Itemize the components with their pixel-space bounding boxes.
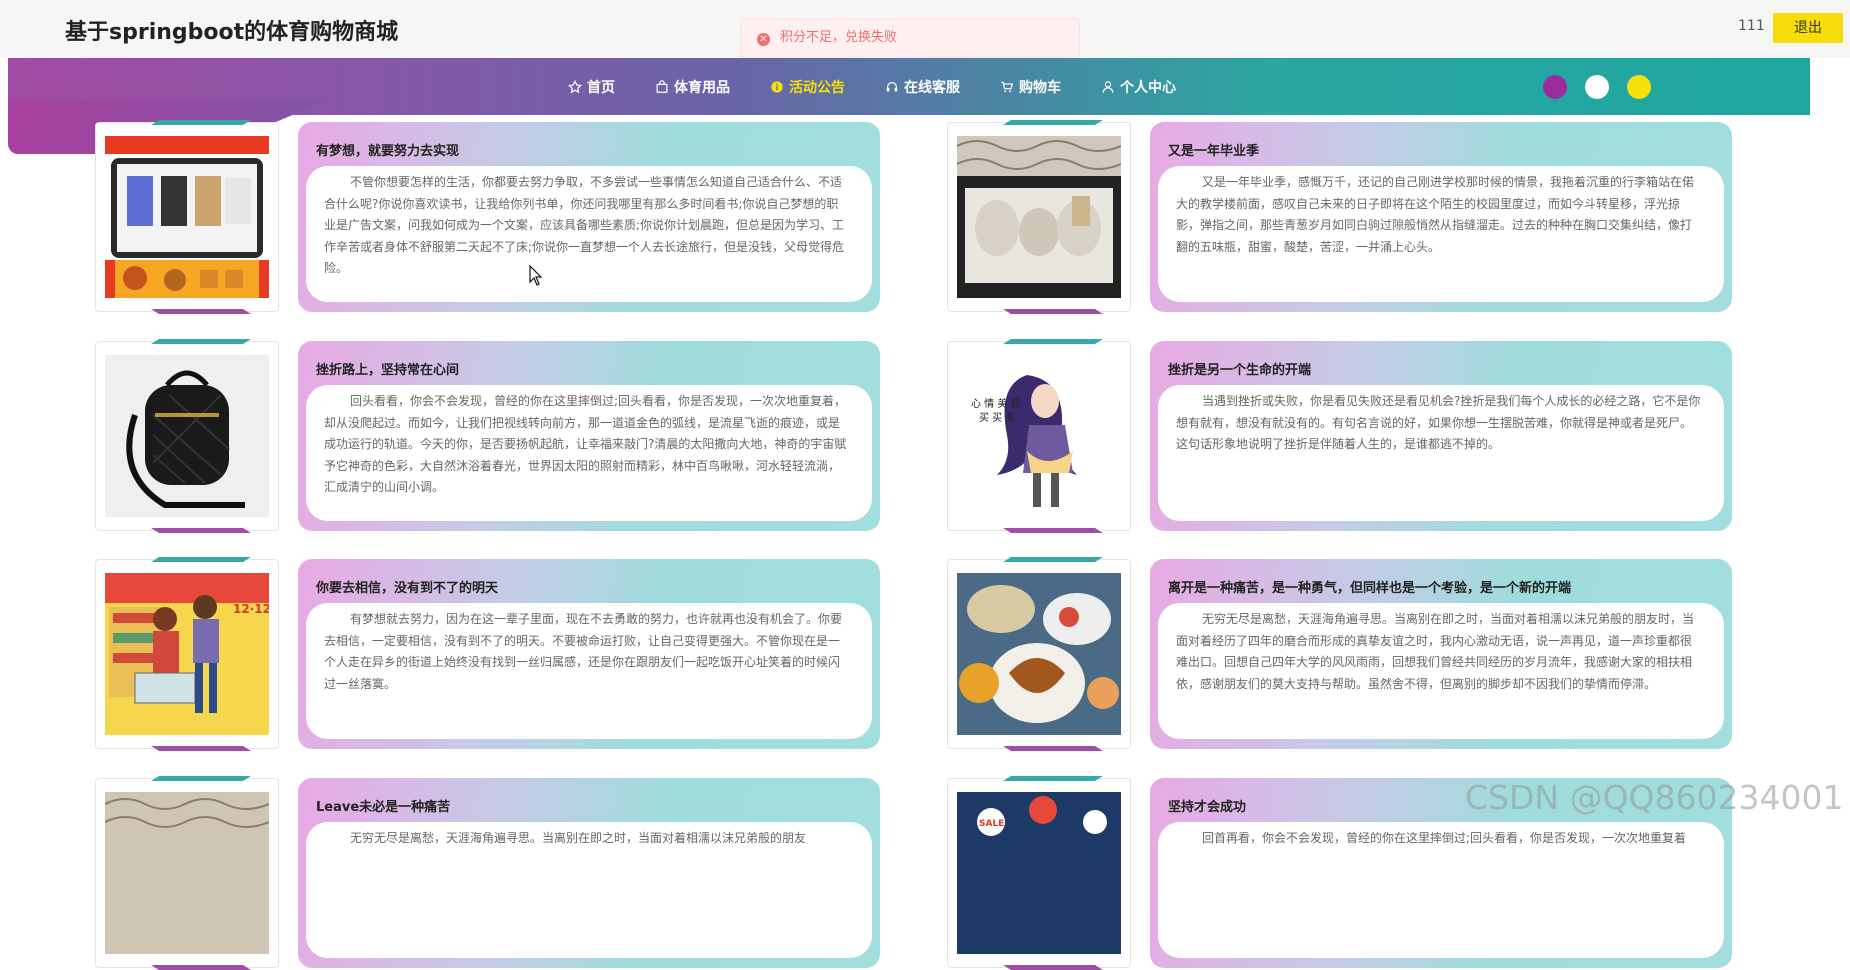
backpack-image[interactable] xyxy=(105,355,269,517)
announcement-panel: 离开是一种痛苦，是一种勇气，但同样也是一个考验，是一个新的开端 无穷无尽是离愁，… xyxy=(1150,559,1732,749)
announcement-title[interactable]: 挫折是另一个生命的开端 xyxy=(1168,359,1311,378)
nav-menu: 首页 体育用品 活动公告 在线客服 购物车 个人中心 xyxy=(568,58,1216,115)
announcement-card[interactable]: 又是一年毕业季 又是一年毕业季，感慨万千，还记的自己刚进学校那时候的情景，我拖着… xyxy=(947,120,1787,314)
theme-dot-purple[interactable] xyxy=(1543,75,1567,99)
announcement-title[interactable]: Leave未必是一种痛苦 xyxy=(316,796,450,815)
nav-item-announcements[interactable]: 活动公告 xyxy=(770,77,845,97)
bag-icon xyxy=(656,79,668,93)
theme-dot-white[interactable] xyxy=(1585,75,1609,99)
nav-item-label: 购物车 xyxy=(1019,79,1061,96)
pattern-box-image[interactable] xyxy=(105,792,269,954)
svg-text:SALE: SALE xyxy=(979,819,1004,829)
nav-item-home[interactable]: 首页 xyxy=(568,77,615,97)
site-title: 基于springboot的体育购物商城 xyxy=(65,20,399,45)
announcement-panel: Leave未必是一种痛苦 无穷无尽是离愁，天涯海角遍寻思。当离别在即之时，当面对… xyxy=(298,778,880,968)
announcement-card[interactable]: 离开是一种痛苦，是一种勇气，但同样也是一个考验，是一个新的开端 无穷无尽是离愁，… xyxy=(947,557,1787,751)
nav-item-label: 活动公告 xyxy=(789,79,845,96)
announcement-body: 又是一年毕业季，感慨万千，还记的自己刚进学校那时候的情景，我拖着沉重的行李箱站在… xyxy=(1158,166,1724,302)
announcement-body: 不管你想要怎样的生活，你都要去努力争取，不多尝试一些事情怎么知道自己适合什么、不… xyxy=(306,166,872,302)
nav-item-profile[interactable]: 个人中心 xyxy=(1101,77,1176,97)
announcement-card[interactable]: Leave未必是一种痛苦 无穷无尽是离愁，天涯海角遍寻思。当离别在即之时，当面对… xyxy=(95,776,935,970)
nav-item-customer-service[interactable]: 在线客服 xyxy=(885,77,960,97)
announcement-body: 当遇到挫折或失败，你是看见失败还是看见机会?挫折是我们每个人成长的必经之路，它不… xyxy=(1158,385,1724,521)
announcement-panel: 有梦想，就要努力去实现 不管你想要怎样的生活，你都要去努力争取，不多尝试一些事情… xyxy=(298,122,880,312)
user-name: 111 xyxy=(1738,18,1765,34)
toast-message: 积分不足，兑换失败 xyxy=(780,30,898,45)
theme-switcher xyxy=(1543,75,1669,99)
star-icon xyxy=(568,79,582,93)
thumbnail-frame xyxy=(947,120,1131,314)
close-circle-icon: ✕ xyxy=(757,33,770,46)
announcement-title[interactable]: 有梦想，就要努力去实现 xyxy=(316,140,459,159)
announcement-body: 回首再看，你会不会发现，曾经的你在这里摔倒过;回头看看，你是否发现，一次次地重复… xyxy=(1158,822,1724,958)
cartoon-girl-image[interactable]: 心 情 美 丽买 买 买 xyxy=(957,355,1121,517)
shopping-couple-image[interactable]: 12·12 xyxy=(105,573,269,735)
announcement-body: 无穷无尽是离愁，天涯海角遍寻思。当离别在即之时，当面对着相濡以沫兄弟般的朋友时，… xyxy=(1158,603,1724,739)
thumbnail-frame: 心 情 美 丽买 买 买 xyxy=(947,339,1131,533)
nav-item-label: 个人中心 xyxy=(1120,79,1176,96)
theme-dot-yellow[interactable] xyxy=(1627,75,1651,99)
thumbnail-frame: SALE xyxy=(947,776,1131,970)
announcement-title[interactable]: 又是一年毕业季 xyxy=(1168,140,1259,159)
thumbnail-frame xyxy=(95,339,279,533)
announcement-panel: 你要去相信，没有到不了的明天 有梦想就去努力，因为在这一辈子里面，现在不去勇敢的… xyxy=(298,559,880,749)
thumbnail-frame xyxy=(95,776,279,970)
nav-item-sports-goods[interactable]: 体育用品 xyxy=(655,77,730,97)
announcement-title[interactable]: 挫折路上，坚持常在心间 xyxy=(316,359,459,378)
logout-button[interactable]: 退出 xyxy=(1773,13,1843,43)
food-table-image[interactable] xyxy=(957,573,1121,735)
headset-icon xyxy=(886,81,898,91)
announcement-body: 无穷无尽是离愁，天涯海角遍寻思。当离别在即之时，当面对着相濡以沫兄弟般的朋友 xyxy=(306,822,872,958)
announcement-card[interactable]: 挫折路上，坚持常在心间 回头看看，你会不会发现，曾经的你在这里摔倒过;回头看看，… xyxy=(95,339,935,533)
svg-text:心 情 美 丽: 心 情 美 丽 xyxy=(971,397,1021,410)
svg-text:12·12: 12·12 xyxy=(233,602,269,616)
gift-box-image[interactable] xyxy=(957,136,1121,298)
announcement-card[interactable]: 12·12 你要去相信，没有到不了的明天 有梦想就去努力，因为在这一辈子里面，现… xyxy=(95,557,935,751)
announcement-title[interactable]: 离开是一种痛苦，是一种勇气，但同样也是一个考验，是一个新的开端 xyxy=(1168,577,1571,596)
announcement-panel: 又是一年毕业季 又是一年毕业季，感慨万千，还记的自己刚进学校那时候的情景，我拖着… xyxy=(1150,122,1732,312)
nav-item-label: 在线客服 xyxy=(904,79,960,96)
announcement-title[interactable]: 坚持才会成功 xyxy=(1168,796,1246,815)
info-circle-icon xyxy=(771,80,783,93)
announcement-card[interactable]: 有梦想，就要努力去实现 不管你想要怎样的生活，你都要去努力争取，不多尝试一些事情… xyxy=(95,120,935,314)
announcement-panel: 挫折路上，坚持常在心间 回头看看，你会不会发现，曾经的你在这里摔倒过;回头看看，… xyxy=(298,341,880,531)
sale-icons-image[interactable]: SALE xyxy=(957,792,1121,954)
announcement-panel: 挫折是另一个生命的开端 当遇到挫折或失败，你是看见失败还是看见机会?挫折是我们每… xyxy=(1150,341,1732,531)
phone-shop-image[interactable] xyxy=(105,136,269,298)
nav-item-cart[interactable]: 购物车 xyxy=(1000,77,1061,97)
csdn-watermark: CSDN @QQ860234001 xyxy=(1465,778,1844,817)
cart-icon xyxy=(1001,81,1014,92)
nav-item-label: 首页 xyxy=(587,79,615,96)
announcement-card[interactable]: 心 情 美 丽买 买 买 挫折是另一个生命的开端 当遇到挫折或失败，你是看见失败… xyxy=(947,339,1787,533)
error-toast: ✕ 积分不足，兑换失败 xyxy=(740,18,1080,58)
user-icon xyxy=(1102,80,1114,93)
thumbnail-frame xyxy=(95,120,279,314)
announcement-body: 有梦想就去努力，因为在这一辈子里面，现在不去勇敢的努力，也许就再也没有机会了。你… xyxy=(306,603,872,739)
announcement-title[interactable]: 你要去相信，没有到不了的明天 xyxy=(316,577,498,596)
svg-text:买 买 买: 买 买 买 xyxy=(979,412,1015,424)
mouse-cursor-icon xyxy=(529,265,543,286)
announcement-body: 回头看看，你会不会发现，曾经的你在这里摔倒过;回头看看，你是否发现，一次次地重复… xyxy=(306,385,872,521)
nav-item-label: 体育用品 xyxy=(674,79,730,96)
thumbnail-frame: 12·12 xyxy=(95,557,279,751)
thumbnail-frame xyxy=(947,557,1131,751)
